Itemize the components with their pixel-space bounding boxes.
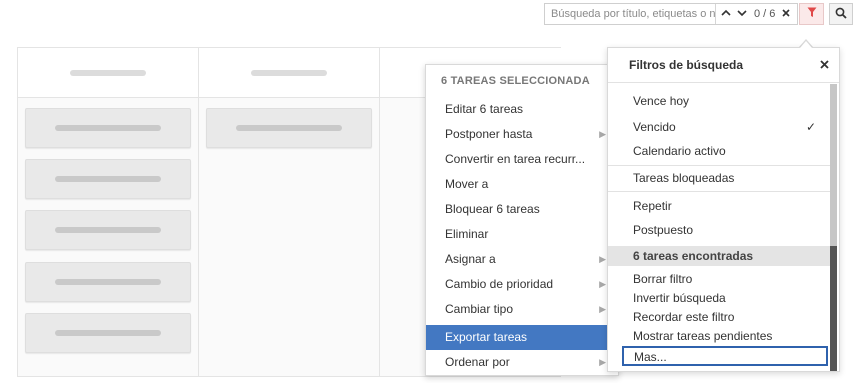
loading-placeholder <box>55 176 161 182</box>
board-column <box>18 48 199 376</box>
menu-header: 6 TAREAS SELECCIONADA <box>441 75 590 87</box>
filter-label: Postpuesto <box>633 223 694 237</box>
search-bar: 0 / 6 <box>544 3 798 25</box>
board-column <box>199 48 380 376</box>
popover-caret-inner <box>800 41 812 48</box>
filter-label: Repetir <box>633 199 672 213</box>
chevron-right-icon: ▶ <box>599 129 606 139</box>
menu-item-move[interactable]: Mover a <box>426 172 618 197</box>
filter-repeat[interactable]: Repetir <box>608 194 830 218</box>
chevron-down-icon[interactable] <box>735 8 749 20</box>
menu-item-edit-tasks[interactable]: Editar 6 tareas <box>426 97 618 122</box>
bulk-actions-menu: 6 TAREAS SELECCIONADA Editar 6 tareas Po… <box>425 64 619 376</box>
chevron-right-icon: ▶ <box>599 254 606 264</box>
chevron-right-icon: ▶ <box>599 304 606 314</box>
loading-placeholder <box>236 125 342 131</box>
loading-placeholder <box>251 69 327 76</box>
search-input[interactable] <box>545 4 715 24</box>
panel-title-text: Filtros de búsqueda <box>629 58 744 72</box>
menu-item-label: Ordenar por <box>445 355 510 369</box>
clear-filter-link[interactable]: Borrar filtro <box>608 270 830 289</box>
close-icon[interactable] <box>820 56 829 72</box>
loading-placeholder <box>55 330 161 336</box>
menu-item-change-type[interactable]: Cambiar tipo ▶ <box>426 297 618 322</box>
menu-item-convert-recurring[interactable]: Convertir en tarea recurr... <box>426 147 618 172</box>
task-card-placeholder <box>25 313 191 353</box>
menu-item-postpone[interactable]: Postponer hasta ▶ <box>426 122 618 147</box>
menu-item-label: Cambio de prioridad <box>445 277 554 291</box>
checkmark-icon: ✓ <box>805 120 816 134</box>
invert-search-link[interactable]: Invertir búsqueda <box>608 289 830 308</box>
more-link[interactable]: Mas... <box>622 346 828 366</box>
search-icon <box>835 7 847 22</box>
search-filters-panel: Filtros de búsqueda Vence hoy Vencido ✓ C… <box>607 47 840 372</box>
menu-item-label: Eliminar <box>445 227 489 241</box>
menu-item-lock-tasks[interactable]: Bloquear 6 tareas <box>426 197 618 222</box>
scrollbar-thumb[interactable] <box>830 246 837 371</box>
column-header <box>199 48 379 98</box>
menu-item-label: Postponer hasta <box>445 127 533 141</box>
filter-due-today[interactable]: Vence hoy <box>608 89 830 113</box>
filter-active-calendar[interactable]: Calendario activo <box>608 139 830 163</box>
close-icon[interactable] <box>782 8 790 20</box>
column-header <box>18 48 198 98</box>
task-card-placeholder <box>206 108 372 148</box>
panel-title: Filtros de búsqueda <box>608 48 839 83</box>
search-result-counter: 0 / 6 <box>754 8 776 20</box>
show-pending-tasks-link[interactable]: Mostrar tareas pendientes <box>608 327 830 346</box>
filter-label: Vencido <box>633 120 676 134</box>
menu-item-assign[interactable]: Asignar a ▶ <box>426 247 618 272</box>
filter-label: Vence hoy <box>633 94 690 108</box>
filter-overdue[interactable]: Vencido ✓ <box>608 115 830 139</box>
menu-item-label: Exportar tareas <box>445 330 528 344</box>
chevron-up-icon[interactable] <box>719 8 733 20</box>
menu-item-label: Convertir en tarea recurr... <box>445 152 586 166</box>
menu-item-label: Asignar a <box>445 252 496 266</box>
filter-label: Tareas bloqueadas <box>633 171 735 185</box>
loading-placeholder <box>55 227 161 233</box>
filter-icon <box>807 7 817 21</box>
chevron-right-icon: ▶ <box>599 357 606 367</box>
results-header: 6 tareas encontradas <box>608 246 830 266</box>
filter-postponed[interactable]: Postpuesto <box>608 218 830 242</box>
menu-item-label: Editar 6 tareas <box>445 102 524 116</box>
remember-filter-link[interactable]: Recordar este filtro <box>608 308 830 327</box>
task-card-placeholder <box>25 108 191 148</box>
menu-item-label: Bloquear 6 tareas <box>445 202 540 216</box>
menu-item-label: Mover a <box>445 177 489 191</box>
loading-placeholder <box>55 279 161 285</box>
search-nav: 0 / 6 <box>716 8 793 20</box>
divider <box>608 191 830 192</box>
scrollbar[interactable] <box>830 84 837 371</box>
task-card-placeholder <box>25 262 191 302</box>
menu-item-export-tasks[interactable]: Exportar tareas <box>426 325 618 350</box>
chevron-right-icon: ▶ <box>599 279 606 289</box>
search-button[interactable] <box>829 3 853 25</box>
menu-item-delete[interactable]: Eliminar <box>426 222 618 247</box>
filter-button[interactable] <box>799 3 824 25</box>
task-card-placeholder <box>25 210 191 250</box>
loading-placeholder <box>70 69 146 76</box>
menu-item-change-priority[interactable]: Cambio de prioridad ▶ <box>426 272 618 297</box>
filter-locked-tasks[interactable]: Tareas bloqueadas <box>608 166 830 190</box>
filter-label: Calendario activo <box>633 144 726 158</box>
filter-list: Vence hoy Vencido ✓ Calendario activo Tar… <box>608 83 830 366</box>
loading-placeholder <box>55 125 161 131</box>
menu-item-sort-by[interactable]: Ordenar por ▶ <box>426 350 618 375</box>
menu-item-label: Cambiar tipo <box>445 302 514 316</box>
task-card-placeholder <box>25 159 191 199</box>
